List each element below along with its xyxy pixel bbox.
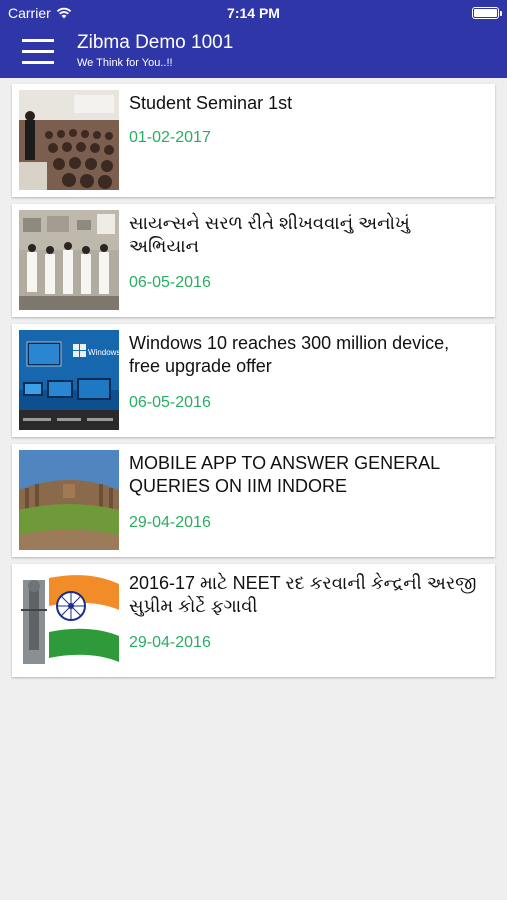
news-date: 06-05-2016 <box>129 274 211 291</box>
status-bar: Carrier 7:14 PM <box>0 0 507 26</box>
app-title: Zibma Demo 1001 <box>77 32 234 53</box>
windows-10-devices-photo: Windows 10 <box>19 330 119 430</box>
app-bar: Zibma Demo 1001 We Think for You..!! <box>0 26 507 78</box>
news-card[interactable]: Student Seminar 1st 01-02-2017 <box>12 84 495 197</box>
status-time: 7:14 PM <box>227 5 280 21</box>
news-card[interactable]: સાયન્સને સરળ રીતે શીખવવાનું અનોખું અભિયા… <box>12 204 495 317</box>
news-title: સાયન્સને સરળ રીતે શીખવવાનું અનોખું અભિયા… <box>129 213 410 256</box>
news-date: 29-04-2016 <box>129 514 211 531</box>
news-title: 2016-17 માટે NEET રદ કરવાની કેન્દ્રની અર… <box>129 573 477 616</box>
news-date: 06-05-2016 <box>129 394 211 411</box>
battery-icon <box>472 7 502 19</box>
iim-campus-photo <box>19 450 119 550</box>
seminar-photo <box>19 90 119 190</box>
news-list: Student Seminar 1st 01-02-2017 સાયન્સને … <box>12 84 495 684</box>
thumbnail-text: Windows 10 <box>88 348 119 357</box>
news-card[interactable]: 2016-17 માટે NEET રદ કરવાની કેન્દ્રની અર… <box>12 564 495 677</box>
news-date: 01-02-2017 <box>129 129 211 146</box>
news-date: 29-04-2016 <box>129 634 211 651</box>
hamburger-menu-icon[interactable] <box>22 36 56 66</box>
news-title: Windows 10 reaches 300 million device, f… <box>129 333 450 376</box>
app-subtitle: We Think for You..!! <box>77 57 173 69</box>
news-card[interactable]: Windows 10 Windows 10 reaches 300 millio… <box>12 324 495 437</box>
news-card[interactable]: MOBILE APP TO ANSWER GENERAL QUERIES ON … <box>12 444 495 557</box>
science-class-photo <box>19 210 119 310</box>
news-title: MOBILE APP TO ANSWER GENERAL QUERIES ON … <box>129 453 440 496</box>
india-flag-justice-photo <box>19 570 119 670</box>
news-title: Student Seminar 1st <box>129 93 293 113</box>
